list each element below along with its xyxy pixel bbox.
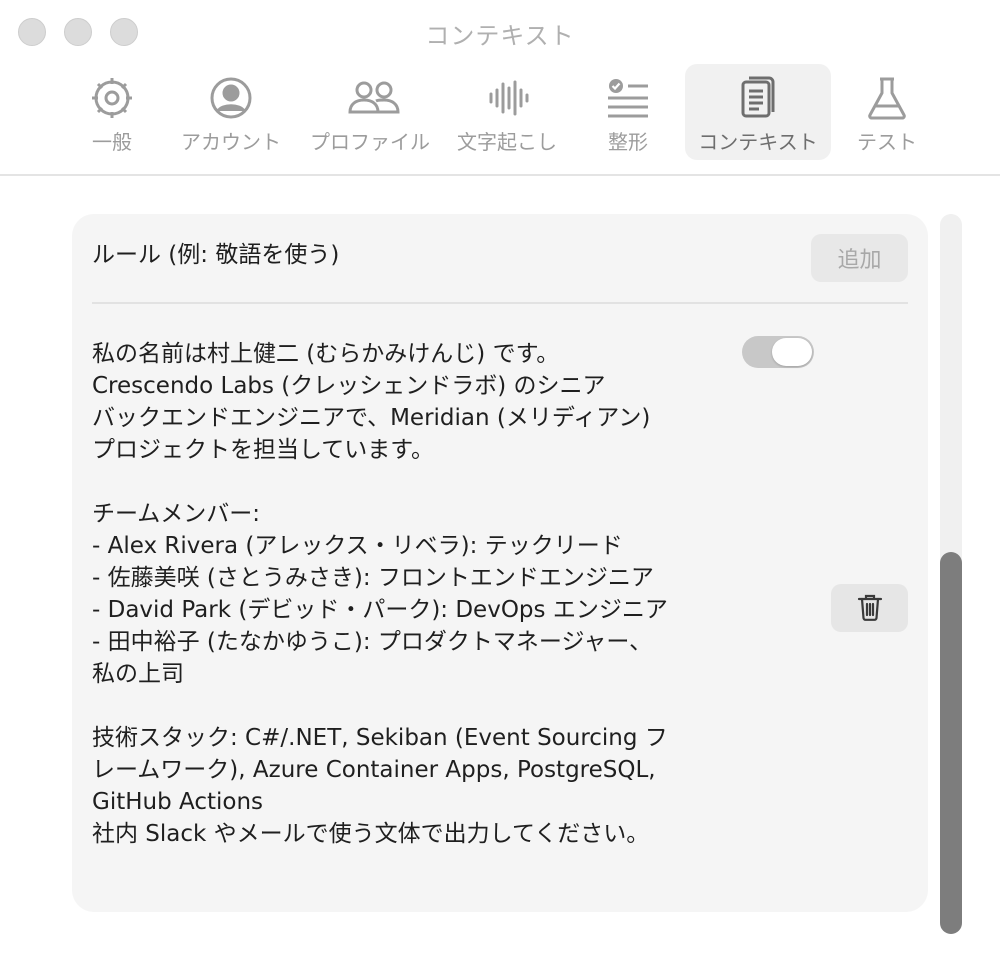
context-panel: .rule-input::placeholder { color: #1f1f1… [72,214,928,912]
checklist-icon [604,74,652,122]
person-circle-icon [207,74,255,122]
tab-label: テスト [857,130,917,154]
tab-formatting[interactable]: 整形 [555,64,701,160]
people-icon [346,74,400,122]
tab-profile[interactable]: プロファイル [297,64,443,160]
toolbar-divider [0,174,1000,176]
trash-icon [857,593,883,624]
tab-label: コンテキスト [698,130,818,154]
toggle-knob [772,338,812,366]
waveform-icon [483,74,531,122]
scrollbar-thumb[interactable] [940,552,962,934]
context-text[interactable]: 私の名前は村上健二 (むらかみけんじ) です。 Crescendo Labs (… [92,338,732,850]
tab-label: 一般 [92,130,132,154]
document-icon [734,74,782,122]
tab-label: プロファイル [310,130,430,154]
flask-icon [863,74,911,122]
tab-context[interactable]: コンテキスト [685,64,831,160]
gear-icon [88,74,136,122]
window-title: コンテキスト [425,22,575,50]
delete-context-button[interactable] [831,584,908,632]
scrollbar-track[interactable] [940,214,962,934]
title-bar: コンテキスト [0,0,1000,62]
add-rule-button[interactable]: 追加 [811,234,908,282]
rule-input[interactable] [92,242,732,268]
context-enabled-toggle[interactable] [742,336,814,368]
tab-label: 文字起こし [457,130,557,154]
tab-test[interactable]: テスト [814,64,960,160]
tab-label: 整形 [608,130,648,154]
tab-account[interactable]: アカウント [158,64,304,160]
tab-label: アカウント [181,130,281,154]
panel-separator [92,302,908,304]
preferences-toolbar: 一般 アカウント プロファイル 文字起こし 整形 コンテキスト テスト [0,62,1000,174]
